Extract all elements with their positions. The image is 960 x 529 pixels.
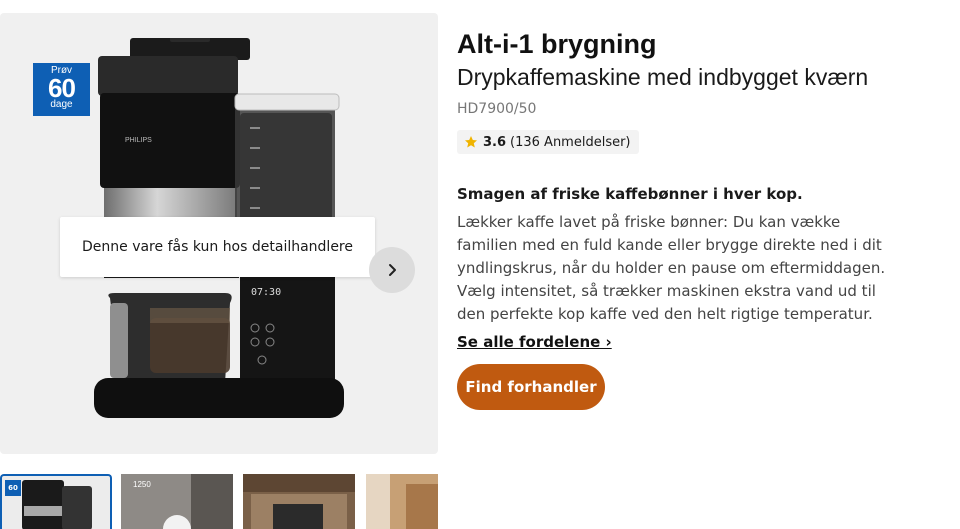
rating-summary[interactable]: 3.6 (136 Anmeldelser) xyxy=(457,130,639,154)
retail-only-notice-text: Denne vare fås kun hos detailhandlere xyxy=(81,239,353,255)
brand-label: PHILIPS xyxy=(125,137,152,144)
thumbnail-1[interactable]: 60 xyxy=(0,474,112,529)
product-gallery: Prøv 60 dage PHILIPS 07:30 Denne vare få… xyxy=(0,13,438,454)
thumbnail-4[interactable] xyxy=(366,474,438,529)
trial-badge-number: 60 xyxy=(48,73,76,103)
thumbnail-3[interactable] xyxy=(243,474,355,529)
thumbnail-trial-badge: 60 xyxy=(5,480,21,496)
trial-badge: Prøv 60 dage xyxy=(33,63,90,116)
rating-score: 3.6 xyxy=(483,134,507,150)
product-tagline: Smagen af friske kaffebønner i hver kop. xyxy=(457,185,803,203)
thumbnail-kitchen-image xyxy=(243,474,355,529)
product-model-number: HD7900/50 xyxy=(457,101,537,117)
see-all-benefits-link[interactable]: Se alle fordelene › xyxy=(457,332,612,352)
trial-badge-bottom: dage xyxy=(50,99,73,110)
thumbnail-lifestyle-image xyxy=(366,474,438,529)
review-count: (136 Anmeldelser) xyxy=(510,134,631,150)
thumbnail-2[interactable]: 1250 xyxy=(121,474,233,529)
star-icon xyxy=(465,136,477,148)
display-time: 07:30 xyxy=(251,287,281,298)
find-retailer-button[interactable]: Find forhandler xyxy=(457,364,605,410)
next-image-button[interactable] xyxy=(369,247,415,293)
product-subtitle: Drypkaffemaskine med indbygget kværn xyxy=(457,64,869,90)
thumbnail-strip: 60 1250 xyxy=(0,474,438,529)
chevron-right-icon xyxy=(389,264,396,276)
retail-only-notice: Denne vare fås kun hos detailhandlere xyxy=(60,217,375,277)
product-description: Lækker kaffe lavet på friske bønner: Du … xyxy=(457,213,886,323)
thumbnail-label: 1250 xyxy=(133,480,151,489)
product-info: Alt-i-1 brygning Drypkaffemaskine med in… xyxy=(457,26,937,410)
product-title: Alt-i-1 brygning xyxy=(457,29,657,59)
